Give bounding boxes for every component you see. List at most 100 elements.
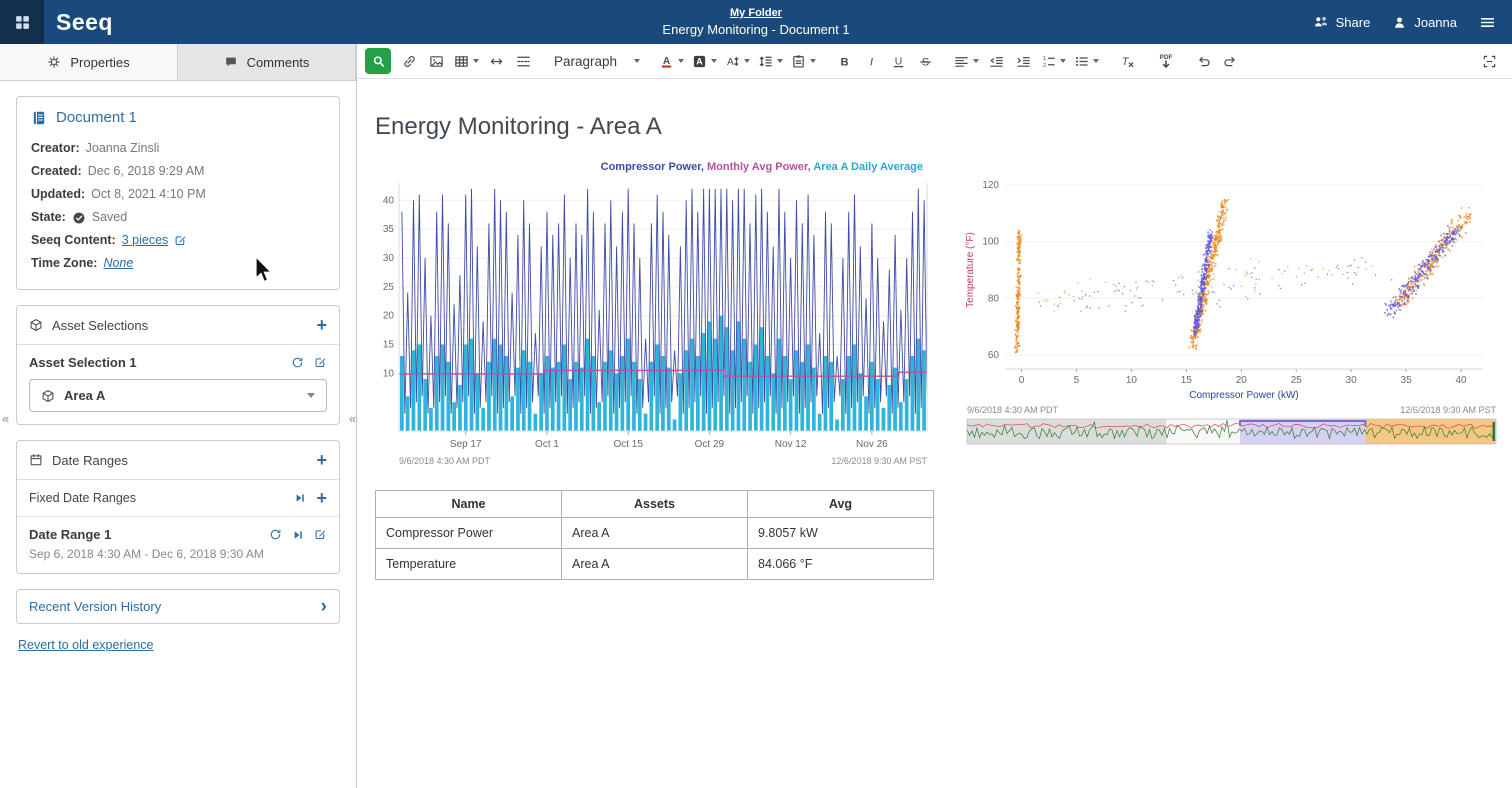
- tab-properties[interactable]: Properties: [0, 44, 178, 80]
- undo-button[interactable]: [1191, 47, 1216, 75]
- tab-properties-label: Properties: [70, 55, 129, 70]
- share-label: Share: [1336, 15, 1371, 30]
- step-to-end-icon[interactable]: [294, 492, 306, 504]
- insert-link-button[interactable]: [397, 47, 422, 75]
- svg-text:20: 20: [1236, 375, 1248, 386]
- asset-selections-header: Asset Selections: [52, 318, 148, 333]
- state-field: State: Saved: [31, 206, 325, 229]
- insert-table-button[interactable]: [451, 47, 482, 75]
- app-switcher-button[interactable]: [0, 0, 44, 44]
- scatter-chart[interactable]: 60801001200510152025303540Temperature (°…: [959, 161, 1504, 480]
- chevron-down-icon: [744, 59, 750, 63]
- page-break-button[interactable]: [511, 47, 536, 75]
- apps-grid-icon: [14, 14, 31, 31]
- seeq-content-link[interactable]: 3 pieces: [122, 229, 169, 252]
- line-height-button[interactable]: [755, 47, 786, 75]
- asset-selection-dropdown[interactable]: Area A: [29, 379, 327, 412]
- svg-text:60: 60: [988, 350, 1000, 361]
- date-ranges-header: Date Ranges: [52, 453, 128, 468]
- svg-text:Sep 17: Sep 17: [450, 439, 482, 450]
- italic-button[interactable]: I: [859, 47, 884, 75]
- font-color-button[interactable]: A: [656, 47, 687, 75]
- svg-text:I: I: [870, 56, 873, 68]
- revert-link[interactable]: Revert to old experience: [18, 638, 154, 652]
- svg-text:9/6/2018 4:30 AM PDT: 9/6/2018 4:30 AM PDT: [967, 405, 1059, 415]
- underline-button[interactable]: U: [886, 47, 911, 75]
- breadcrumb[interactable]: My Folder: [730, 7, 782, 19]
- svg-text:U: U: [895, 56, 902, 67]
- asset-selection-title: Asset Selection 1: [29, 355, 137, 370]
- insert-horizontal-rule-button[interactable]: [484, 47, 509, 75]
- font-size-button[interactable]: A: [722, 47, 753, 75]
- check-circle-icon: [72, 211, 86, 225]
- align-button[interactable]: [951, 47, 982, 75]
- journal-icon: [31, 110, 47, 126]
- chevron-down-icon: [973, 59, 979, 63]
- indent-button[interactable]: [1011, 47, 1036, 75]
- page-title: Energy Monitoring - Document 1: [662, 22, 849, 37]
- tab-comments-label: Comments: [247, 55, 310, 70]
- paragraph-style-select[interactable]: Paragraph: [549, 47, 643, 75]
- sidebar-collapse-handle[interactable]: «: [349, 412, 356, 425]
- background-color-button[interactable]: A: [689, 47, 720, 75]
- document-editor[interactable]: Energy Monitoring - Area A Compressor Po…: [357, 79, 1512, 788]
- charts-row: Compressor Power, Monthly Avg Power, Are…: [373, 161, 1512, 480]
- edit-content-icon[interactable]: [174, 234, 187, 247]
- user-icon: [1392, 15, 1407, 30]
- redo-button[interactable]: [1218, 47, 1243, 75]
- insert-content-template-button[interactable]: [788, 47, 819, 75]
- dropdown-cube-icon: [41, 389, 55, 403]
- user-menu-button[interactable]: Joanna: [1392, 15, 1457, 30]
- edit-date-range-icon[interactable]: [314, 528, 327, 541]
- edit-asset-selection-icon[interactable]: [314, 356, 327, 369]
- recent-version-history-button[interactable]: Recent Version History ›: [16, 589, 340, 624]
- gear-icon: [47, 55, 61, 69]
- pdf-export-button[interactable]: PDF: [1153, 47, 1178, 75]
- share-button[interactable]: Share: [1313, 14, 1371, 30]
- svg-text:35: 35: [383, 224, 395, 235]
- step-date-range-icon[interactable]: [292, 529, 304, 541]
- svg-text:PDF: PDF: [1159, 54, 1172, 61]
- date-range-title: Date Range 1: [29, 527, 111, 542]
- share-icon: [1313, 14, 1329, 30]
- strikethrough-button[interactable]: S: [913, 47, 938, 75]
- table-cell: Compressor Power: [376, 518, 562, 549]
- hamburger-menu-button[interactable]: [1479, 14, 1496, 31]
- legend-item[interactable]: Compressor Power,: [601, 161, 707, 173]
- svg-text:10: 10: [1126, 375, 1138, 386]
- chevron-down-icon: [810, 59, 816, 63]
- trend-chart-svg: 10152025303540Sep 17Oct 1Oct 15Oct 29Nov…: [373, 177, 933, 477]
- svg-text:T: T: [1122, 55, 1130, 67]
- add-asset-selection-button[interactable]: +: [316, 316, 327, 334]
- timezone-field: Time Zone: None: [31, 252, 325, 275]
- document-heading: Energy Monitoring - Area A: [375, 113, 1512, 141]
- add-date-range-button[interactable]: +: [316, 451, 327, 469]
- svg-text:10: 10: [383, 368, 395, 379]
- document-name: Document 1: [56, 109, 137, 126]
- editor-toolbar: ParagraphAAABIUS1.2.TPDF: [357, 44, 1512, 79]
- table-header-avg: Avg: [748, 491, 934, 518]
- insert-seeq-content-button[interactable]: [365, 48, 391, 74]
- legend-item[interactable]: Monthly Avg Power,: [707, 161, 813, 173]
- add-fixed-date-range-button[interactable]: +: [316, 489, 327, 507]
- clear-formatting-button[interactable]: T: [1115, 47, 1140, 75]
- svg-text:Oct 1: Oct 1: [535, 439, 559, 450]
- chevron-down-icon: [777, 59, 783, 63]
- refresh-date-range-icon[interactable]: [269, 528, 282, 541]
- fixed-width-button[interactable]: [1477, 47, 1502, 75]
- bold-button[interactable]: B: [832, 47, 857, 75]
- unordered-list-button[interactable]: [1071, 47, 1102, 75]
- left-panel-collapse-handle[interactable]: «: [2, 412, 9, 425]
- trend-chart[interactable]: Compressor Power, Monthly Avg Power, Are…: [373, 161, 933, 480]
- insert-image-button[interactable]: [424, 47, 449, 75]
- ordered-list-button[interactable]: 1.2.: [1038, 47, 1069, 75]
- tab-comments[interactable]: Comments: [178, 44, 356, 80]
- legend-item[interactable]: Area A Daily Average: [813, 161, 923, 173]
- refresh-asset-selection-icon[interactable]: [291, 356, 304, 369]
- svg-text:40: 40: [383, 195, 395, 206]
- fixed-date-ranges-label: Fixed Date Ranges: [29, 491, 136, 505]
- chevron-down-icon: [473, 59, 479, 63]
- chevron-down-icon: [1093, 59, 1099, 63]
- outdent-button[interactable]: [984, 47, 1009, 75]
- timezone-link[interactable]: None: [103, 252, 133, 275]
